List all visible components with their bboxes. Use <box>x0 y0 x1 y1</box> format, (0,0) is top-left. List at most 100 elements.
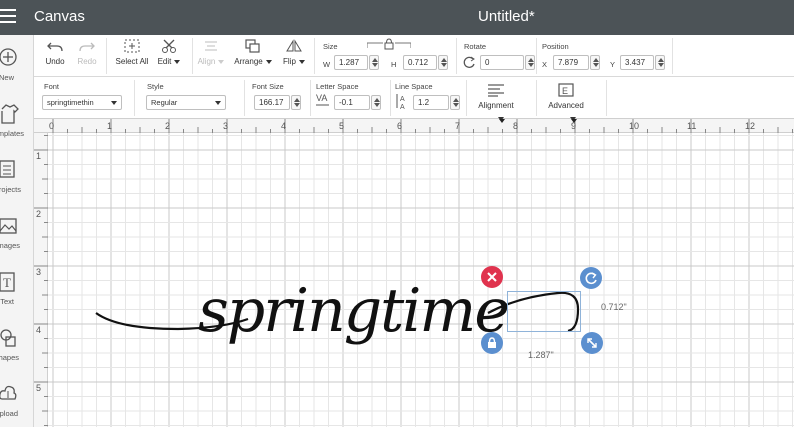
top-bar: Canvas Untitled* <box>0 0 794 35</box>
ruler-number: 4 <box>36 325 42 335</box>
y-label: Y <box>610 60 616 69</box>
height-stepper[interactable] <box>438 55 448 70</box>
advanced-label: Advanced <box>548 101 584 110</box>
align-button[interactable]: Align <box>196 39 226 66</box>
divider <box>310 80 311 116</box>
text-icon: T <box>0 272 15 292</box>
rotate-stepper[interactable] <box>525 55 535 70</box>
divider <box>244 80 245 116</box>
sidebar-item-new[interactable]: New <box>0 39 34 91</box>
y-position-stepper[interactable] <box>655 55 665 70</box>
rotate-field[interactable]: 0 <box>480 55 524 70</box>
resize-icon <box>587 338 597 348</box>
ruler-number: 5 <box>339 121 345 131</box>
undo-icon <box>47 42 63 52</box>
delete-handle[interactable] <box>481 266 503 288</box>
ruler-number: 7 <box>455 121 461 131</box>
chevron-down-icon <box>215 101 221 105</box>
selection-box[interactable] <box>507 291 581 332</box>
letter-space-field[interactable]: -0.1 <box>334 95 370 110</box>
ruler-number: 11 <box>687 121 697 131</box>
x-position-stepper[interactable] <box>590 55 600 70</box>
flip-button[interactable]: Flip <box>280 39 308 66</box>
projects-icon <box>0 160 15 178</box>
divider <box>466 80 467 116</box>
y-position-field[interactable]: 3.437 <box>620 55 654 70</box>
font-value: springtimethin <box>47 98 94 107</box>
ruler-number: 3 <box>223 121 229 131</box>
line-space-field[interactable]: 1.2 <box>413 95 449 110</box>
edit-menu-button[interactable]: Edit <box>156 39 182 66</box>
undo-button[interactable]: Undo <box>42 39 68 66</box>
select-all-button[interactable]: Select All <box>114 39 150 66</box>
ruler-number: 3 <box>36 267 42 277</box>
redo-button[interactable]: Redo <box>74 39 100 66</box>
style-value: Regular <box>151 98 178 107</box>
position-label: Position <box>542 42 569 51</box>
redo-label: Redo <box>77 57 97 66</box>
sidebar-item-label: New <box>0 73 14 82</box>
sidebar-item-upload[interactable]: Upload <box>0 375 34 427</box>
ruler-number: 4 <box>281 121 287 131</box>
divider <box>192 38 193 74</box>
design-canvas[interactable]: springtime 0.712" 1.287" <box>48 133 794 427</box>
sidebar-item-label: Projects <box>0 185 21 194</box>
ruler-number: 2 <box>165 121 171 131</box>
height-field[interactable]: 0.712 <box>403 55 437 70</box>
width-dimension-label: 1.287" <box>528 350 554 360</box>
text-object[interactable]: springtime <box>48 133 794 427</box>
rotate-icon <box>585 272 597 285</box>
lock-proportions-icon[interactable] <box>367 38 411 50</box>
height-label: H <box>391 60 397 69</box>
font-select[interactable]: springtimethin <box>42 95 122 110</box>
ruler-number: 10 <box>629 121 640 131</box>
menu-icon[interactable] <box>0 9 16 25</box>
ruler-number: 2 <box>36 209 42 219</box>
letter-space-icon: VA <box>316 93 329 106</box>
line-space-stepper[interactable] <box>450 95 460 110</box>
x-position-field[interactable]: 7.879 <box>553 55 589 70</box>
divider <box>456 38 457 74</box>
sidebar-item-templates[interactable]: Templates <box>0 95 34 147</box>
select-all-icon <box>124 39 140 53</box>
scissors-icon <box>162 39 176 53</box>
close-icon <box>487 272 497 282</box>
shirt-icon <box>1 104 19 124</box>
font-size-field[interactable]: 166.17 <box>254 95 290 110</box>
sidebar-item-projects[interactable]: Projects <box>0 151 34 203</box>
divider <box>672 38 673 74</box>
divider <box>390 80 391 116</box>
style-select[interactable]: Regular <box>146 95 226 110</box>
alignment-button[interactable]: Alignment <box>474 83 518 110</box>
x-label: X <box>542 60 548 69</box>
redo-icon <box>79 42 95 52</box>
cloud-upload-icon <box>0 385 17 400</box>
sidebar-item-shapes[interactable]: Shapes <box>0 319 34 371</box>
app-title: Canvas <box>34 8 85 25</box>
lock-handle[interactable] <box>481 332 503 354</box>
width-stepper[interactable] <box>369 55 379 70</box>
sidebar-item-text[interactable]: T Text <box>0 263 34 315</box>
edit-label: Edit <box>157 57 172 66</box>
divider <box>134 80 135 116</box>
width-field[interactable]: 1.287 <box>334 55 368 70</box>
letter-space-stepper[interactable] <box>371 95 381 110</box>
divider <box>106 38 107 74</box>
chevron-down-icon <box>218 59 225 64</box>
font-size-stepper[interactable] <box>291 95 301 110</box>
horizontal-ruler: 0 1 2 3 4 5 6 7 8 9 10 11 12 <box>34 119 794 133</box>
lock-icon <box>488 337 496 348</box>
arrange-button[interactable]: Arrange <box>232 39 274 66</box>
rotate-handle[interactable] <box>580 267 602 289</box>
selection-end-marker <box>571 119 577 123</box>
text-toolbar: Font springtimethin Style Regular Font S… <box>34 77 794 121</box>
image-icon <box>0 218 17 234</box>
advanced-button[interactable]: E Advanced <box>544 83 588 110</box>
sidebar-item-label: Templates <box>0 129 24 138</box>
divider <box>536 80 537 116</box>
sidebar-item-images[interactable]: Images <box>0 207 34 259</box>
rotate-label: Rotate <box>464 42 487 51</box>
chevron-down-icon <box>111 101 117 105</box>
svg-text:A: A <box>400 96 405 103</box>
resize-handle[interactable] <box>581 332 603 354</box>
